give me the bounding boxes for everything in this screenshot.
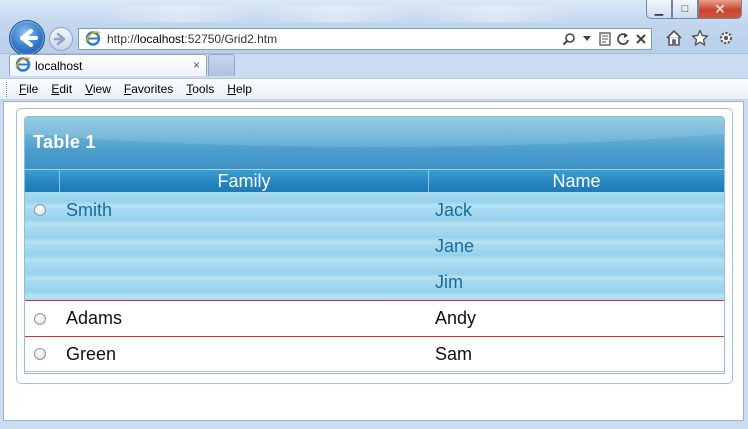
refresh-icon[interactable] bbox=[616, 31, 630, 47]
menu-tools[interactable]: Tools bbox=[186, 82, 214, 96]
menu-view[interactable]: View bbox=[85, 82, 111, 96]
table-row[interactable]: Adams Andy bbox=[25, 300, 724, 336]
name-cell: Andy bbox=[435, 308, 477, 328]
row-select-cell bbox=[25, 264, 60, 300]
compatibility-view-icon[interactable] bbox=[598, 31, 612, 47]
family-cell: Green bbox=[66, 343, 117, 364]
maximize-button[interactable]: □ bbox=[672, 0, 698, 19]
stop-icon[interactable] bbox=[634, 31, 648, 47]
menu-bar: File Edit View Favorites Tools Help bbox=[0, 78, 748, 100]
gear-icon[interactable] bbox=[716, 28, 736, 48]
url-protocol: http:// bbox=[107, 32, 138, 46]
tab-strip: localhost × bbox=[0, 54, 748, 78]
name-cell: Jack bbox=[435, 199, 473, 220]
row-select-cell bbox=[25, 337, 60, 371]
family-cell: Smith bbox=[66, 199, 113, 220]
family-cell: Adams bbox=[66, 308, 123, 328]
menu-file[interactable]: File bbox=[19, 82, 38, 96]
ie-logo-icon bbox=[85, 30, 101, 49]
back-button[interactable] bbox=[9, 20, 45, 56]
page-viewport: Table 1 Family Name Smith Jack Jane Jim … bbox=[3, 101, 744, 421]
address-tools bbox=[562, 31, 648, 47]
menu-help[interactable]: Help bbox=[227, 82, 252, 96]
close-tab-icon[interactable]: × bbox=[193, 58, 200, 72]
row-radio[interactable] bbox=[34, 348, 46, 360]
address-bar[interactable]: http://localhost:52750/Grid2.htm bbox=[78, 28, 652, 50]
family-cell-empty bbox=[60, 228, 429, 264]
name-cell: Sam bbox=[435, 343, 473, 364]
forward-button[interactable] bbox=[49, 27, 73, 51]
grid-caption: Table 1 bbox=[25, 117, 724, 169]
command-icons bbox=[664, 28, 736, 48]
favorites-star-icon[interactable] bbox=[690, 28, 710, 48]
name-cell: Jane bbox=[435, 235, 475, 256]
table-row[interactable]: Green Sam bbox=[25, 336, 724, 372]
minimize-button[interactable]: ▁ bbox=[646, 0, 672, 19]
forward-arrow-icon bbox=[53, 32, 66, 46]
back-arrow-icon bbox=[20, 29, 38, 47]
menu-grip bbox=[6, 82, 9, 97]
row-select-cell bbox=[25, 192, 60, 228]
data-grid: Table 1 Family Name Smith Jack Jane Jim … bbox=[24, 116, 725, 374]
table-row[interactable]: Smith Jack bbox=[25, 192, 724, 228]
row-radio[interactable] bbox=[34, 204, 46, 216]
header-family[interactable]: Family bbox=[60, 170, 429, 192]
row-select-cell bbox=[25, 228, 60, 264]
header-name[interactable]: Name bbox=[429, 170, 724, 192]
grid-title: Table 1 bbox=[33, 132, 96, 152]
row-select-cell bbox=[25, 301, 60, 336]
home-icon[interactable] bbox=[664, 28, 684, 48]
titlebar-background-ghost bbox=[100, 6, 628, 22]
name-cell: Jim bbox=[435, 271, 463, 292]
tab-title: localhost bbox=[35, 58, 83, 73]
table-row[interactable]: Jim bbox=[25, 264, 724, 300]
address-url: http://localhost:52750/Grid2.htm bbox=[107, 32, 277, 46]
grid-header-row: Family Name bbox=[25, 169, 724, 192]
new-tab-button[interactable] bbox=[208, 54, 235, 76]
tab-localhost[interactable]: localhost × bbox=[9, 54, 207, 76]
menu-edit[interactable]: Edit bbox=[51, 82, 72, 96]
header-select-column bbox=[25, 170, 60, 192]
ie-logo-icon bbox=[15, 56, 31, 75]
window-controls: ▁ □ ✕ bbox=[646, 0, 742, 19]
search-icon[interactable] bbox=[562, 31, 576, 47]
close-window-button[interactable]: ✕ bbox=[698, 0, 742, 19]
menu-favorites[interactable]: Favorites bbox=[124, 82, 173, 96]
url-host: localhost bbox=[137, 32, 185, 46]
url-path: :52750/Grid2.htm bbox=[184, 32, 278, 46]
family-cell-empty bbox=[60, 264, 429, 300]
row-radio[interactable] bbox=[34, 312, 46, 325]
dropdown-arrow-icon[interactable] bbox=[580, 31, 594, 47]
table-row[interactable]: Jane bbox=[25, 228, 724, 264]
